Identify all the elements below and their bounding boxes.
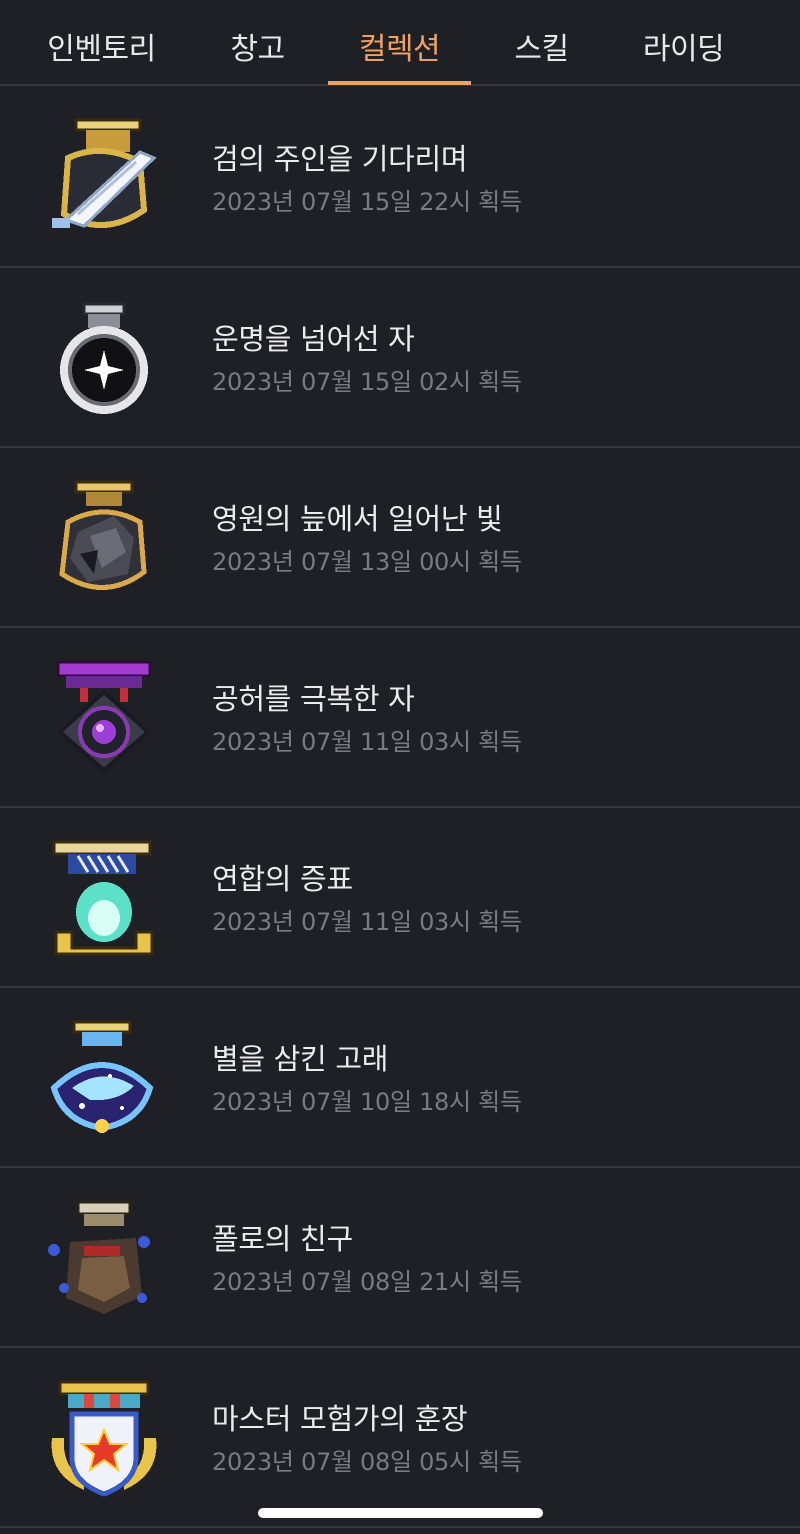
item-title: 마스터 모험가의 훈장 (212, 1402, 468, 1436)
item-date: 2023년 07월 10일 18시 획득 (212, 1088, 522, 1116)
list-item[interactable]: 폴로의 친구 2023년 07월 08일 21시 획득 (0, 1168, 800, 1348)
list-item[interactable]: 영원의 늪에서 일어난 빛 2023년 07월 13일 00시 획득 (0, 448, 800, 628)
tab-label: 라이딩 (642, 32, 725, 67)
item-date: 2023년 07월 08일 05시 획득 (212, 1448, 522, 1476)
tab-label: 인벤토리 (47, 32, 156, 67)
tab-label: 스킬 (514, 32, 569, 67)
list-item[interactable]: 검의 주인을 기다리며 2023년 07월 15일 22시 획득 (0, 88, 800, 268)
list-item[interactable]: 운명을 넘어선 자 2023년 07월 15일 02시 획득 (0, 268, 800, 448)
tab-label: 컬렉션 (358, 32, 441, 67)
item-date: 2023년 07월 13일 00시 획득 (212, 548, 522, 576)
collection-list: 검의 주인을 기다리며 2023년 07월 15일 22시 획득 운명을 넘어선… (0, 88, 800, 1528)
item-title: 폴로의 친구 (212, 1222, 353, 1256)
list-item[interactable]: 연합의 증표 2023년 07월 11일 03시 획득 (0, 808, 800, 988)
silver-star-orb-medal-icon (44, 298, 160, 418)
item-date: 2023년 07월 15일 22시 획득 (212, 188, 522, 216)
master-adventurer-medal-icon (44, 1378, 160, 1498)
tab-storage[interactable]: 창고 (186, 0, 329, 86)
item-title: 영원의 늪에서 일어난 빛 (212, 502, 503, 536)
item-date: 2023년 07월 08일 21시 획득 (212, 1268, 522, 1296)
tab-riding[interactable]: 라이딩 (612, 0, 755, 86)
white-feather-medal-icon (44, 118, 160, 238)
item-date: 2023년 07월 11일 03시 획득 (212, 728, 522, 756)
item-date: 2023년 07월 11일 03시 획득 (212, 908, 522, 936)
item-title: 별을 삼킨 고래 (212, 1042, 389, 1076)
tab-bar: 인벤토리 창고 컬렉션 스킬 라이딩 (0, 0, 800, 86)
starry-whale-medal-icon (44, 1018, 160, 1138)
collection-screen: 인벤토리 창고 컬렉션 스킬 라이딩 검의 주인을 기다리며 2023년 07월… (0, 0, 800, 1534)
item-title: 연합의 증표 (212, 862, 353, 896)
item-title: 공허를 극복한 자 (212, 682, 415, 716)
home-indicator[interactable] (258, 1508, 543, 1518)
purple-void-orb-medal-icon (44, 658, 160, 778)
tab-inventory[interactable]: 인벤토리 (30, 0, 173, 86)
tab-skill[interactable]: 스킬 (470, 0, 613, 86)
list-item[interactable]: 공허를 극복한 자 2023년 07월 11일 03시 획득 (0, 628, 800, 808)
polo-friend-medal-icon (44, 1198, 160, 1318)
item-date: 2023년 07월 15일 02시 획득 (212, 368, 522, 396)
tab-label: 창고 (230, 32, 285, 67)
cyan-flame-medal-icon (44, 838, 160, 958)
item-title: 운명을 넘어선 자 (212, 322, 415, 356)
list-item[interactable]: 마스터 모험가의 훈장 2023년 07월 08일 05시 획득 (0, 1348, 800, 1528)
active-tab-indicator (328, 81, 471, 85)
list-item[interactable]: 별을 삼킨 고래 2023년 07월 10일 18시 획득 (0, 988, 800, 1168)
dark-stone-medal-icon (44, 478, 160, 598)
item-title: 검의 주인을 기다리며 (212, 142, 468, 176)
tab-collection[interactable]: 컬렉션 (328, 0, 471, 86)
